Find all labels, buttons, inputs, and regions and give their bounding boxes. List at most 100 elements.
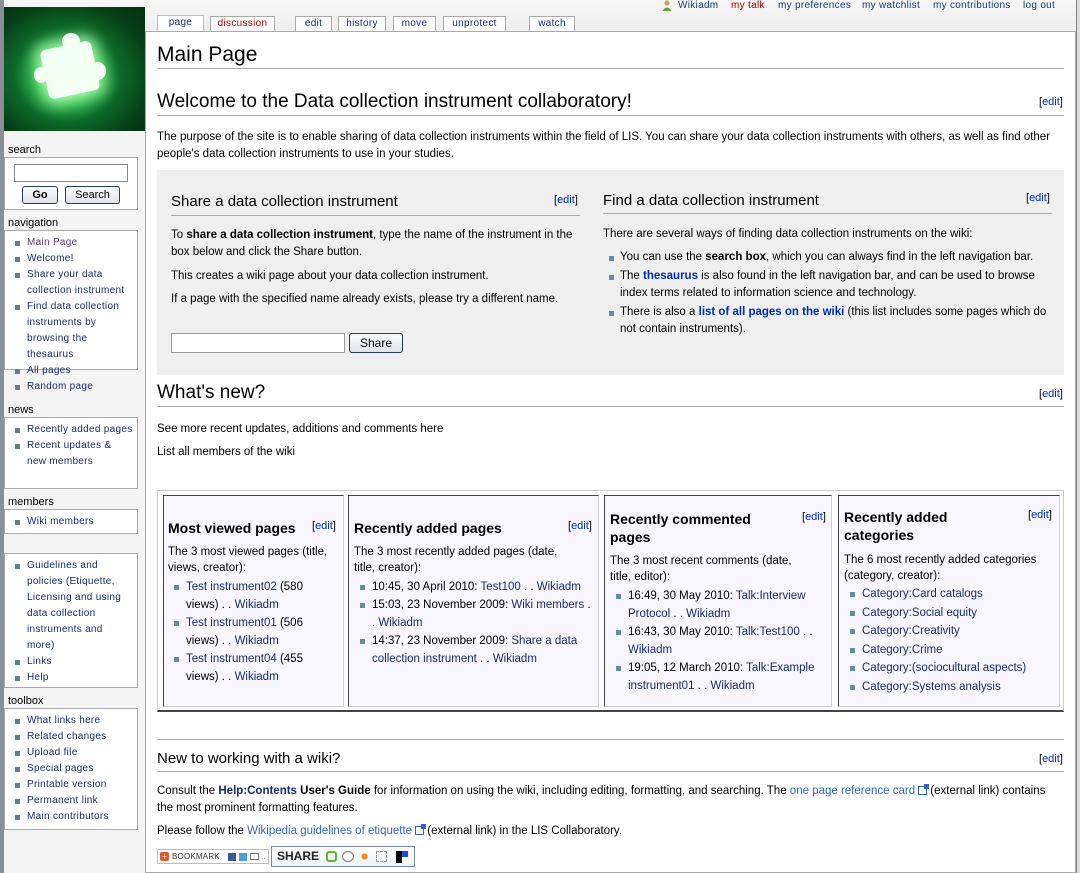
misc-help[interactable]: Help [13, 670, 133, 686]
user-page-link[interactable]: Wikiadm [678, 0, 718, 11]
category-link[interactable]: Category:Creativity [844, 622, 1056, 641]
nav-main-page[interactable]: Main Page [13, 235, 133, 251]
toolbox-printable-version[interactable]: Printable version [13, 777, 133, 793]
page-link[interactable]: Test instrument04 [186, 653, 277, 665]
recent-categories-box: Recently added categories [edit] The 6 m… [838, 495, 1060, 707]
user-link[interactable]: Wikiadm [537, 581, 581, 593]
search-input[interactable] [14, 164, 128, 182]
list-item: Test instrument02 (580 views) . . Wikiad… [168, 578, 338, 614]
user-link[interactable]: Wikiadm [686, 608, 730, 620]
edit-link[interactable]: edit [1042, 96, 1060, 108]
list-members-link[interactable]: List all members of the wiki [157, 444, 295, 461]
etiquette-link[interactable]: Wikipedia guidelines of etiquette [247, 825, 412, 837]
user-link[interactable]: Wikiadm [235, 635, 279, 647]
tab-history[interactable]: history [338, 16, 386, 31]
find-list: You can use the search box, which you ca… [605, 249, 1050, 338]
tab-page[interactable]: page [157, 15, 204, 32]
tab-unprotect[interactable]: unprotect [443, 16, 506, 31]
go-button[interactable]: Go [22, 186, 58, 204]
toolbox-what-links-here[interactable]: What links here [13, 713, 133, 729]
edit-link[interactable]: edit [1042, 753, 1060, 765]
recent-updates-link[interactable]: See more recent updates, additions and c… [157, 421, 443, 438]
share-instrument-input[interactable] [171, 333, 345, 353]
my-talk-link[interactable]: my talk [731, 0, 765, 11]
category-link[interactable]: Category:Card catalogs [844, 585, 1056, 604]
share-button[interactable]: Share [349, 333, 403, 353]
delicious-icon [396, 851, 408, 863]
thesaurus-link[interactable]: thesaurus [643, 270, 698, 282]
recently-commented-desc: The 3 most recent comments (date, title,… [610, 555, 792, 583]
toolbox-main-contributors[interactable]: Main contributors [13, 809, 133, 825]
toolbox-special-pages[interactable]: Special pages [13, 761, 133, 777]
my-preferences-link[interactable]: my preferences [778, 0, 851, 11]
page-link[interactable]: Test instrument01 [186, 617, 277, 629]
nav-welcome[interactable]: Welcome! [13, 251, 133, 267]
category-link[interactable]: Category:Social equity [844, 604, 1056, 623]
members-wiki-members[interactable]: Wiki members [13, 514, 133, 530]
recent-categories-title: Recently added categories [844, 509, 948, 543]
category-link[interactable]: Category:Crime [844, 641, 1056, 660]
most-viewed-desc: The 3 most viewed pages (title, views, c… [168, 546, 328, 574]
tab-edit[interactable]: edit [295, 16, 332, 31]
most-viewed-title: Most viewed pages [168, 520, 296, 536]
share-instructions: To share a data collection instrument, t… [171, 229, 573, 258]
category-link[interactable]: Category:Systems analysis [844, 678, 1056, 697]
share-bar[interactable]: SHARE [271, 846, 415, 867]
recently-commented-box: Recently commented pages [edit] The 3 mo… [604, 495, 832, 707]
category-link[interactable]: Category:(sociocultural aspects) [844, 659, 1056, 678]
all-pages-link[interactable]: list of all pages on the wiki [699, 306, 845, 318]
toolbox-permanent-link[interactable]: Permanent link [13, 793, 133, 809]
edit-link[interactable]: edit [1029, 192, 1047, 204]
nav-find-instruments[interactable]: Find data collection instruments by brow… [13, 299, 133, 363]
nav-random-page[interactable]: Random page [13, 379, 133, 395]
twitter-icon [239, 853, 247, 861]
find-heading: Find a data collection instrument [603, 192, 819, 209]
edit-link[interactable]: edit [1031, 509, 1049, 521]
log-out-link[interactable]: log out [1023, 0, 1055, 11]
news-recent-updates[interactable]: Recent updates & new members [13, 438, 133, 470]
misc-links[interactable]: Links [13, 654, 133, 670]
toolbox-related-changes[interactable]: Related changes [13, 729, 133, 745]
recent-categories-desc: The 6 most recently added categories (ca… [844, 554, 1037, 582]
members-portlet: Wiki members [4, 509, 138, 534]
tab-watch[interactable]: watch [529, 16, 575, 31]
toolbox-upload-file[interactable]: Upload file [13, 745, 133, 761]
members-heading: members [8, 496, 54, 508]
help-paragraph: Consult the Help:Contents User's Guide f… [157, 784, 1046, 814]
page-link[interactable]: Talk:Test100 [736, 626, 800, 638]
misc-guidelines[interactable]: Guidelines and policies (Etiquette, Lice… [13, 558, 133, 654]
edit-link[interactable]: edit [805, 511, 823, 523]
share-warning: If a page with the specified name alread… [171, 293, 559, 305]
site-logo[interactable] [4, 7, 145, 131]
user-link[interactable]: Wikiadm [628, 644, 672, 656]
user-link[interactable]: Wikiadm [235, 599, 279, 611]
reference-card-link[interactable]: one page reference card [790, 785, 915, 797]
user-link[interactable]: Wikiadm [235, 671, 279, 683]
edit-link[interactable]: edit [571, 520, 589, 532]
scrollbar[interactable] [1076, 0, 1080, 873]
user-link[interactable]: Wikiadm [710, 680, 754, 692]
nav-all-pages[interactable]: All pages [13, 363, 133, 379]
tab-move[interactable]: move [393, 16, 436, 31]
page-link[interactable]: Test instrument02 [186, 581, 277, 593]
my-contributions-link[interactable]: my contributions [933, 0, 1011, 11]
external-link-icon [415, 824, 427, 835]
edit-link[interactable]: edit [1042, 388, 1060, 400]
tab-discussion[interactable]: discussion [210, 16, 275, 31]
user-link[interactable]: Wikiadm [493, 653, 537, 665]
list-item: Test instrument04 (455 views) . . Wikiad… [168, 650, 338, 686]
user-link[interactable]: Wikiadm [378, 617, 422, 629]
edit-link[interactable]: edit [557, 194, 575, 206]
bookmark-button[interactable]: + BOOKMARK .. [157, 849, 269, 864]
etiquette-paragraph: Please follow the Wikipedia guidelines o… [157, 824, 623, 837]
search-button[interactable]: Search [65, 186, 120, 204]
news-recently-added[interactable]: Recently added pages [13, 422, 133, 438]
most-viewed-box: Most viewed pages [edit] The 3 most view… [163, 495, 344, 707]
help-contents-link[interactable]: Help:Contents [218, 785, 297, 797]
nav-share-instrument[interactable]: Share your data collection instrument [13, 267, 133, 299]
edit-link[interactable]: edit [315, 520, 333, 532]
search-heading: search [8, 144, 42, 156]
page-link[interactable]: Test100 [481, 581, 521, 593]
page-link[interactable]: Wiki members [511, 599, 584, 611]
my-watchlist-link[interactable]: my watchlist [862, 0, 920, 11]
